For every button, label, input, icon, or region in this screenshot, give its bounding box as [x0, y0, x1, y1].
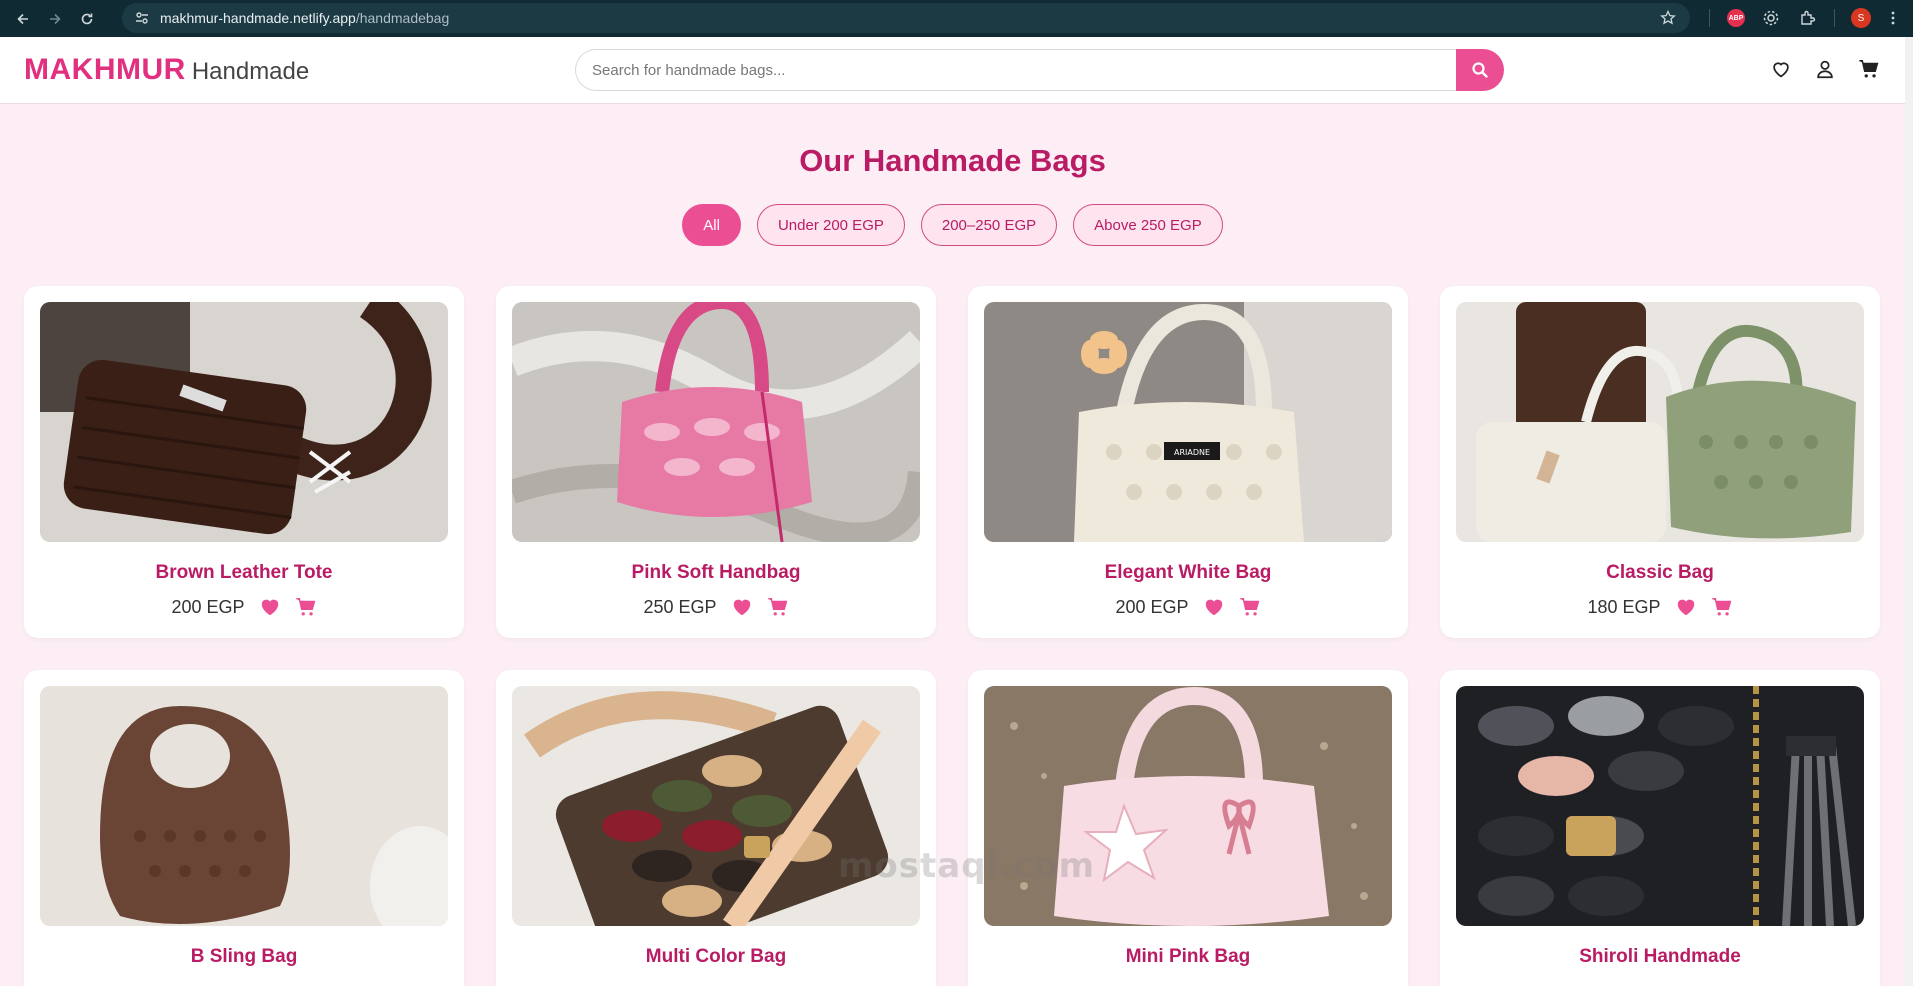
product-name[interactable]: Shiroli Handmade	[1456, 946, 1864, 968]
browser-menu-icon[interactable]	[1881, 6, 1905, 30]
reload-icon[interactable]	[74, 6, 100, 32]
product-card: B Sling Bag	[24, 670, 464, 986]
add-to-wishlist-heart-icon[interactable]	[1675, 596, 1697, 618]
product-image[interactable]	[512, 302, 920, 542]
product-card: Brown Leather Tote 200 EGP	[24, 286, 464, 638]
product-name[interactable]: B Sling Bag	[40, 946, 448, 968]
add-to-wishlist-heart-icon[interactable]	[1203, 596, 1225, 618]
add-to-wishlist-heart-icon[interactable]	[259, 596, 281, 618]
product-card: Classic Bag 180 EGP	[1440, 286, 1880, 638]
product-image[interactable]: ARIADNE	[984, 302, 1392, 542]
product-image[interactable]	[1456, 302, 1864, 542]
product-card: ARIADNE Elegant White Bag 200 EGP	[968, 286, 1408, 638]
browser-toolbar: makhmur-handmade.netlify.app/handmadebag…	[0, 0, 1913, 37]
url-path: /handmadebag	[355, 10, 450, 26]
profile-initial: S	[1851, 8, 1871, 28]
product-card: Pink Soft Handbag 250 EGP	[496, 286, 936, 638]
product-name[interactable]: Brown Leather Tote	[40, 562, 448, 584]
product-image[interactable]	[1456, 686, 1864, 926]
product-card: Mini Pink Bag	[968, 670, 1408, 986]
add-to-wishlist-heart-icon[interactable]	[731, 596, 753, 618]
logo-brand: MAKHMUR	[24, 53, 186, 86]
site-logo[interactable]: MAKHMUR Handmade	[24, 53, 309, 87]
product-actions: 200 EGP	[40, 596, 448, 618]
search-input[interactable]	[575, 49, 1456, 91]
add-to-cart-icon[interactable]	[1711, 596, 1733, 618]
extensions-puzzle-icon[interactable]	[1796, 6, 1820, 30]
svg-text:ARIADNE: ARIADNE	[1174, 448, 1210, 457]
address-bar[interactable]: makhmur-handmade.netlify.app/handmadebag	[122, 3, 1690, 33]
product-card: Multi Color Bag	[496, 670, 936, 986]
site-info-icon[interactable]	[134, 10, 150, 26]
product-name[interactable]: Elegant White Bag	[984, 562, 1392, 584]
product-name[interactable]: Mini Pink Bag	[984, 946, 1392, 968]
product-price: 200 EGP	[171, 596, 245, 617]
product-image[interactable]	[512, 686, 920, 926]
add-to-cart-icon[interactable]	[295, 596, 317, 618]
product-card: Shiroli Handmade	[1440, 670, 1880, 986]
product-image[interactable]	[984, 686, 1392, 926]
bookmark-star-icon[interactable]	[1660, 9, 1676, 26]
search-icon	[1472, 62, 1488, 78]
page-scrollbar[interactable]	[1905, 37, 1913, 986]
search-button[interactable]	[1456, 49, 1504, 91]
product-name[interactable]: Classic Bag	[1456, 562, 1864, 584]
product-actions: 200 EGP	[984, 596, 1392, 618]
product-name[interactable]: Pink Soft Handbag	[512, 562, 920, 584]
profile-avatar[interactable]: S	[1849, 6, 1873, 30]
filter-under-200[interactable]: Under 200 EGP	[756, 204, 905, 246]
product-price: 250 EGP	[643, 596, 717, 617]
price-filters: All Under 200 EGP 200–250 EGP Above 250 …	[0, 204, 1905, 246]
url-text: makhmur-handmade.netlify.app/handmadebag	[160, 10, 449, 26]
toolbar-divider	[1834, 9, 1835, 27]
forward-icon[interactable]	[42, 6, 68, 32]
filter-all[interactable]: All	[682, 204, 741, 246]
filter-above-250[interactable]: Above 250 EGP	[1073, 204, 1223, 246]
add-to-cart-icon[interactable]	[767, 596, 789, 618]
toolbar-divider	[1709, 9, 1710, 27]
url-host: makhmur-handmade.netlify.app	[160, 10, 356, 26]
product-name[interactable]: Multi Color Bag	[512, 946, 920, 968]
product-actions: 250 EGP	[512, 596, 920, 618]
product-image[interactable]	[40, 686, 448, 926]
logo-sub: Handmade	[191, 58, 310, 85]
account-user-icon[interactable]	[1813, 57, 1837, 81]
product-price: 200 EGP	[1115, 596, 1189, 617]
page-title: Our Handmade Bags	[799, 143, 1106, 178]
watermark: mostaql.com	[838, 846, 1096, 886]
filter-200-250[interactable]: 200–250 EGP	[920, 204, 1058, 246]
back-icon[interactable]	[10, 6, 36, 32]
product-price: 180 EGP	[1587, 596, 1661, 617]
search-bar	[575, 49, 1504, 91]
extension-gear-icon[interactable]	[1759, 6, 1783, 30]
wishlist-heart-icon[interactable]	[1769, 57, 1793, 81]
adblock-extension-icon[interactable]: ABP	[1724, 6, 1748, 30]
product-actions: 180 EGP	[1456, 596, 1864, 618]
header-actions	[1769, 57, 1881, 81]
product-image[interactable]	[40, 302, 448, 542]
add-to-cart-icon[interactable]	[1239, 596, 1261, 618]
site-header: MAKHMUR Handmade	[0, 37, 1905, 104]
abp-badge: ABP	[1727, 9, 1745, 27]
cart-icon[interactable]	[1857, 57, 1881, 81]
